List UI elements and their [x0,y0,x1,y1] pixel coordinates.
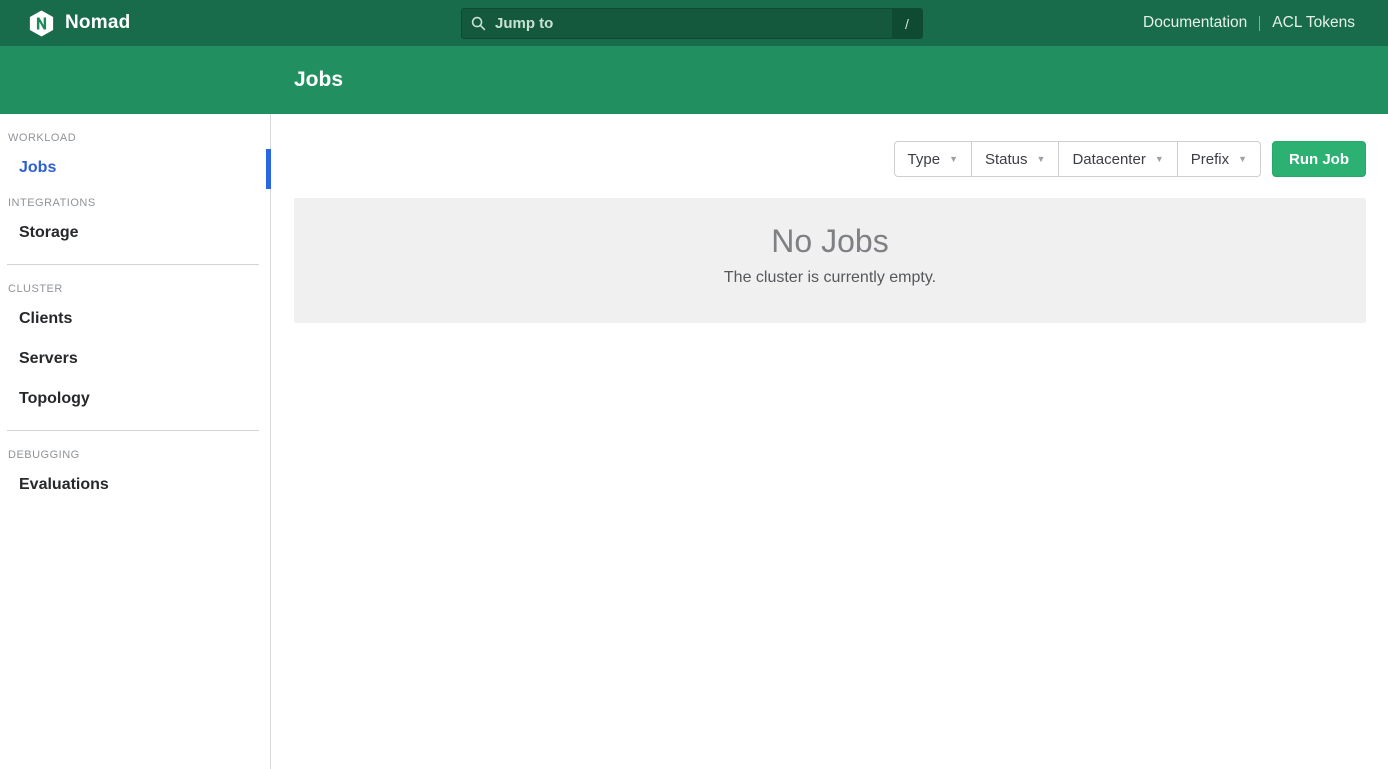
jump-to-search[interactable]: / [461,8,923,39]
documentation-link[interactable]: Documentation [1143,14,1247,32]
empty-state-title: No Jobs [314,223,1346,260]
sidebar-section-debugging: DEBUGGING [0,441,270,466]
datacenter-filter-dropdown[interactable]: Datacenter ▼ [1059,142,1177,176]
sidebar-divider [7,430,259,431]
top-bar: Nomad / Documentation ACL Tokens [0,0,1388,46]
sidebar-section-workload: WORKLOAD [0,124,270,149]
run-job-button[interactable]: Run Job [1272,141,1366,177]
brand[interactable]: Nomad [28,10,130,37]
topbar-links: Documentation ACL Tokens [1143,14,1355,32]
search-shortcut-key: / [892,9,922,38]
type-filter-label: Type [908,151,941,168]
acl-tokens-link[interactable]: ACL Tokens [1272,14,1355,32]
link-separator [1259,16,1260,31]
sub-nav: Jobs [0,46,1388,114]
sidebar-item-topology[interactable]: Topology [0,380,270,420]
sidebar-item-clients[interactable]: Clients [0,300,270,340]
type-filter-dropdown[interactable]: Type ▼ [895,142,972,176]
status-filter-dropdown[interactable]: Status ▼ [972,142,1059,176]
chevron-down-icon: ▼ [949,154,958,164]
page-title: Jobs [294,68,343,92]
sidebar-divider [7,264,259,265]
nomad-logo-icon [28,10,55,37]
sidebar: WORKLOAD Jobs INTEGRATIONS Storage CLUST… [0,114,271,769]
datacenter-filter-label: Datacenter [1072,151,1145,168]
chevron-down-icon: ▼ [1155,154,1164,164]
sidebar-section-cluster: CLUSTER [0,275,270,300]
empty-state-message: The cluster is currently empty. [314,269,1346,287]
prefix-filter-label: Prefix [1191,151,1229,168]
search-icon [471,16,486,31]
main-content: Type ▼ Status ▼ Datacenter ▼ Prefix ▼ Ru… [271,114,1388,769]
sidebar-item-servers[interactable]: Servers [0,340,270,380]
sidebar-item-jobs[interactable]: Jobs [0,149,270,189]
status-filter-label: Status [985,151,1028,168]
filter-group: Type ▼ Status ▼ Datacenter ▼ Prefix ▼ [894,141,1261,177]
sidebar-item-storage[interactable]: Storage [0,214,270,254]
empty-state: No Jobs The cluster is currently empty. [294,198,1366,323]
sidebar-section-integrations: INTEGRATIONS [0,189,270,214]
brand-name: Nomad [65,12,130,34]
sidebar-item-evaluations[interactable]: Evaluations [0,466,270,506]
chevron-down-icon: ▼ [1238,154,1247,164]
chevron-down-icon: ▼ [1037,154,1046,164]
jobs-toolbar: Type ▼ Status ▼ Datacenter ▼ Prefix ▼ Ru… [294,141,1366,177]
prefix-filter-dropdown[interactable]: Prefix ▼ [1178,142,1260,176]
search-input[interactable] [493,14,892,33]
